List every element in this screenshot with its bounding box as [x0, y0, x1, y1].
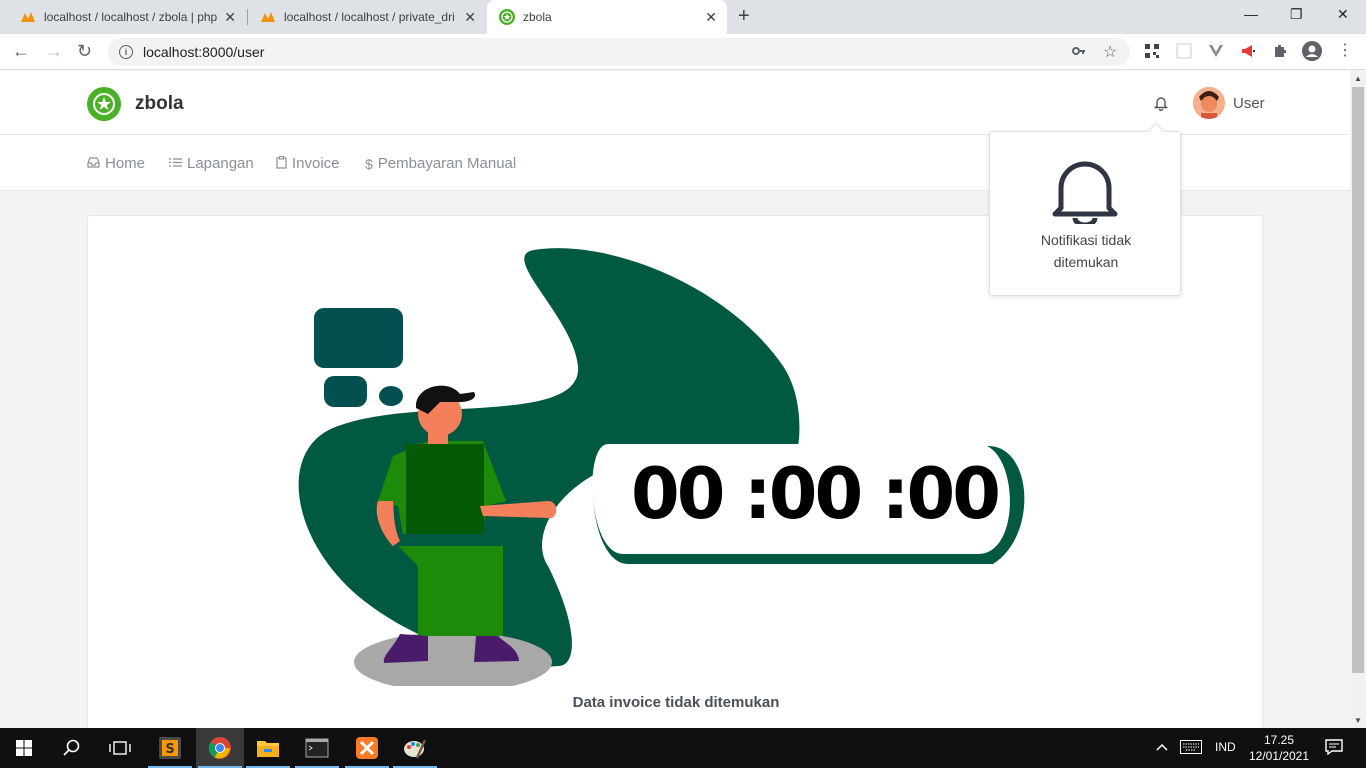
nav-label: Home	[105, 155, 146, 172]
sublime-text-icon[interactable]: S	[146, 728, 194, 768]
phpmyadmin-icon	[20, 9, 36, 25]
keyboard-icon[interactable]	[1180, 740, 1202, 757]
brand-logo[interactable]	[87, 87, 121, 121]
tray-overflow-chevron-icon[interactable]	[1156, 740, 1168, 754]
clock-time: 17.25	[1263, 733, 1295, 747]
illustration-timer-text: 00 :00 :00	[631, 453, 1001, 535]
terminal-icon[interactable]	[293, 728, 341, 768]
svg-text:S: S	[165, 742, 174, 757]
megaphone-icon[interactable]	[1240, 43, 1256, 59]
zbola-favicon	[499, 9, 515, 25]
file-explorer-icon[interactable]	[244, 728, 292, 768]
start-button[interactable]	[0, 728, 48, 768]
speech-bubble-medium	[324, 376, 367, 407]
browser-tab[interactable]: localhost / localhost / zbola | php ✕	[0, 0, 246, 34]
scrollbar-thumb[interactable]	[1352, 87, 1364, 673]
nav-label: Lapangan	[187, 155, 254, 172]
tab-title: localhost / localhost / private_dri	[284, 10, 455, 24]
page-viewport: zbola User Home Lapangan Invoice $ Pemba…	[0, 71, 1350, 728]
browser-tab-strip: localhost / localhost / zbola | php ✕ lo…	[0, 0, 1366, 34]
notification-message-line: Notifikasi tidak	[1040, 232, 1132, 248]
xampp-icon[interactable]	[343, 728, 391, 768]
speech-bubble-small	[379, 386, 403, 406]
back-button[interactable]: ←	[12, 41, 30, 62]
close-window-button[interactable]: ✕	[1337, 6, 1349, 23]
scroll-down-arrow-icon[interactable]: ▼	[1354, 716, 1362, 725]
paint-icon[interactable]	[391, 728, 439, 768]
nav-item-home[interactable]: Home	[87, 155, 145, 172]
key-icon[interactable]	[1072, 44, 1086, 61]
task-view-icon[interactable]	[96, 728, 144, 768]
empty-state-message: Data invoice tidak ditemukan	[572, 694, 780, 711]
input-language[interactable]: IND	[1215, 740, 1236, 754]
close-tab-icon[interactable]: ✕	[224, 9, 236, 26]
url-text[interactable]: localhost:8000/user	[143, 44, 264, 60]
user-name[interactable]: User	[1233, 95, 1265, 112]
user-avatar[interactable]	[1193, 87, 1225, 119]
scroll-up-arrow-icon[interactable]: ▲	[1354, 74, 1362, 83]
restore-button[interactable]: ❐	[1290, 6, 1303, 23]
windows-taskbar: S IND 17.25 12/01/2021	[0, 728, 1366, 768]
tab-title: localhost / localhost / zbola | php	[44, 10, 218, 24]
browser-tab[interactable]: localhost / localhost / private_dri ✕	[240, 0, 486, 34]
character-vest	[406, 444, 484, 534]
address-bar[interactable]: i localhost:8000/user ☆	[108, 38, 1130, 66]
reload-button[interactable]: ↻	[77, 41, 92, 62]
forward-button[interactable]: →	[45, 41, 63, 62]
new-tab-button[interactable]: +	[738, 5, 750, 28]
brand-name[interactable]: zbola	[135, 93, 184, 115]
dollar-icon: $	[365, 155, 373, 172]
page-scrollbar[interactable]: ▲ ▼	[1350, 71, 1366, 728]
search-icon[interactable]	[48, 728, 96, 768]
nav-label: Invoice	[292, 155, 340, 172]
browser-menu-icon[interactable]: ⋮	[1337, 40, 1353, 60]
nav-item-lapangan[interactable]: Lapangan	[169, 155, 254, 172]
empty-notification-bell-icon	[1051, 158, 1119, 229]
notification-empty-message: Notifikasi tidak ditemukan	[990, 229, 1182, 273]
chrome-taskbar-icon[interactable]	[196, 728, 244, 768]
nav-label: Pembayaran Manual	[377, 155, 517, 172]
list-icon	[169, 156, 182, 171]
app-header: zbola User	[0, 71, 1350, 135]
character-neck	[428, 428, 448, 444]
minimize-button[interactable]: —	[1244, 6, 1258, 22]
nav-item-invoice[interactable]: Invoice	[276, 155, 340, 172]
qr-extension-icon[interactable]	[1144, 43, 1160, 59]
extension-placeholder-icon[interactable]	[1176, 43, 1192, 59]
clock-date: 12/01/2021	[1248, 749, 1310, 763]
close-tab-icon[interactable]: ✕	[705, 9, 717, 26]
browser-toolbar: ← → ↻ i localhost:8000/user ☆ ⋮	[0, 34, 1366, 70]
tab-title: zbola	[523, 10, 552, 24]
bookmark-star-icon[interactable]: ☆	[1103, 42, 1117, 62]
phpmyadmin-icon	[260, 9, 276, 25]
speech-bubble-large	[314, 308, 403, 368]
nav-item-pembayaran-manual[interactable]: $ Pembayaran Manual	[365, 155, 516, 172]
clipboard-icon	[276, 155, 287, 172]
action-center-icon[interactable]	[1325, 739, 1343, 758]
notification-bell-icon[interactable]	[1153, 95, 1169, 116]
site-info-icon[interactable]: i	[119, 45, 133, 59]
browser-tab-active[interactable]: zbola ✕	[487, 0, 727, 34]
notification-message-line: ditemukan	[1053, 254, 1119, 270]
extensions-puzzle-icon[interactable]	[1272, 43, 1288, 59]
notification-dropdown: Notifikasi tidak ditemukan	[989, 122, 1182, 296]
inbox-icon	[87, 156, 100, 171]
system-clock[interactable]: 17.25 12/01/2021	[1244, 732, 1314, 764]
close-tab-icon[interactable]: ✕	[464, 9, 476, 26]
profile-icon[interactable]	[1302, 41, 1322, 61]
vue-devtools-icon[interactable]	[1208, 43, 1224, 59]
